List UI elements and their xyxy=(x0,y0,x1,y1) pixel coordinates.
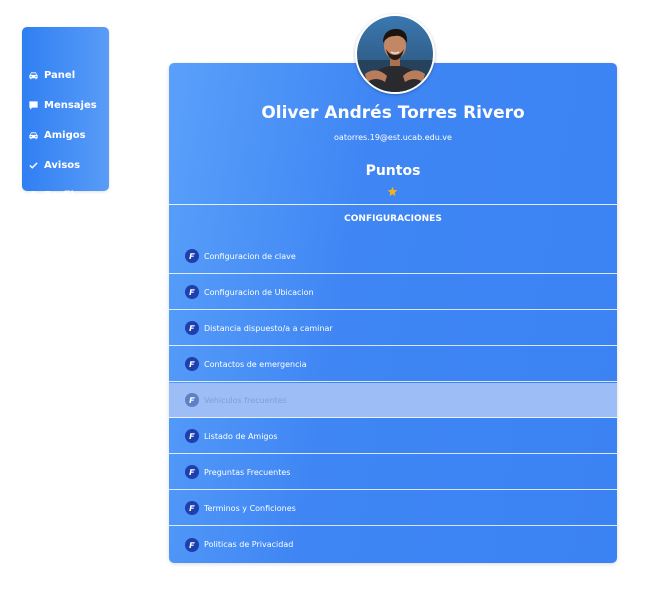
settings-item-walking-distance[interactable]: Distancia dispuesto/a a caminar xyxy=(169,311,617,346)
settings-item-label: Contactos de emergencia xyxy=(204,359,307,369)
settings-item-label: Preguntas Frecuentes xyxy=(204,467,291,477)
app-badge-icon xyxy=(185,501,199,515)
car-icon xyxy=(29,131,38,139)
settings-item-label: Distancia dispuesto/a a caminar xyxy=(204,323,333,333)
sidebar-item-label: Panel xyxy=(44,69,76,81)
settings-item-terms[interactable]: Terminos y Conficiones xyxy=(169,491,617,526)
sidebar-item-label: Perfil xyxy=(44,189,74,201)
app-badge-icon xyxy=(185,393,199,407)
sidebar-item-label: Amigos xyxy=(44,129,86,141)
settings-item-label: Terminos y Conficiones xyxy=(204,503,296,513)
settings-item-friends-list[interactable]: Listado de Amigos xyxy=(169,419,617,454)
settings-item-emergency-contacts[interactable]: Contactos de emergencia xyxy=(169,347,617,382)
section-divider xyxy=(169,204,617,205)
sidebar-item-panel[interactable]: Panel xyxy=(28,64,106,86)
points-title: Puntos xyxy=(365,163,421,179)
sidebar: Panel Mensajes Amigos Avisos Perfil xyxy=(22,27,109,201)
app-badge-icon xyxy=(185,285,199,299)
star-icon xyxy=(387,186,398,196)
app-badge-icon xyxy=(185,537,199,552)
sidebar-item-amigos[interactable]: Amigos xyxy=(28,124,106,146)
profile-card: Oliver Andrés Torres Rivero oatorres.19@… xyxy=(169,63,617,563)
sidebar-item-avisos[interactable]: Avisos xyxy=(28,154,106,176)
sidebar-item-label: Mensajes xyxy=(44,99,97,111)
page: Panel Mensajes Amigos Avisos Perfil Oliv… xyxy=(0,0,668,594)
profile-name: Oliver Andrés Torres Rivero xyxy=(261,103,525,123)
settings-item-faq[interactable]: Preguntas Frecuentes xyxy=(169,455,617,490)
user-icon xyxy=(29,190,38,200)
settings-item-privacy[interactable]: Politicas de Privacidad xyxy=(169,527,617,562)
settings-item-label: Vehiculos frecuentes xyxy=(204,395,287,405)
profile-email: oatorres.19@est.ucab.edu.ve xyxy=(334,133,452,142)
sidebar-item-mensajes[interactable]: Mensajes xyxy=(28,94,106,116)
profile-photo xyxy=(357,16,433,92)
avatar[interactable] xyxy=(355,14,435,94)
app-badge-icon xyxy=(185,465,199,479)
sidebar-item-perfil[interactable]: Perfil xyxy=(28,184,106,206)
car-icon xyxy=(29,71,38,79)
settings-item-label: Configuracion de Ubicacion xyxy=(204,287,314,297)
settings-item-location[interactable]: Configuracion de Ubicacion xyxy=(169,275,617,310)
settings-item-password[interactable]: Configuracion de clave xyxy=(169,239,617,274)
message-icon xyxy=(29,100,38,110)
check-icon xyxy=(29,161,38,169)
app-badge-icon xyxy=(185,321,199,335)
app-badge-icon xyxy=(185,249,199,263)
app-badge-icon xyxy=(185,429,199,443)
sidebar-item-label: Avisos xyxy=(44,159,81,171)
settings-item-label: Configuracion de clave xyxy=(204,251,296,261)
settings-item-frequent-vehicles: Vehiculos frecuentes xyxy=(169,383,617,418)
app-badge-icon xyxy=(185,357,199,371)
settings-item-label: Listado de Amigos xyxy=(204,431,278,441)
settings-item-label: Politicas de Privacidad xyxy=(204,540,294,549)
settings-heading: CONFIGURACIONES xyxy=(344,214,442,224)
